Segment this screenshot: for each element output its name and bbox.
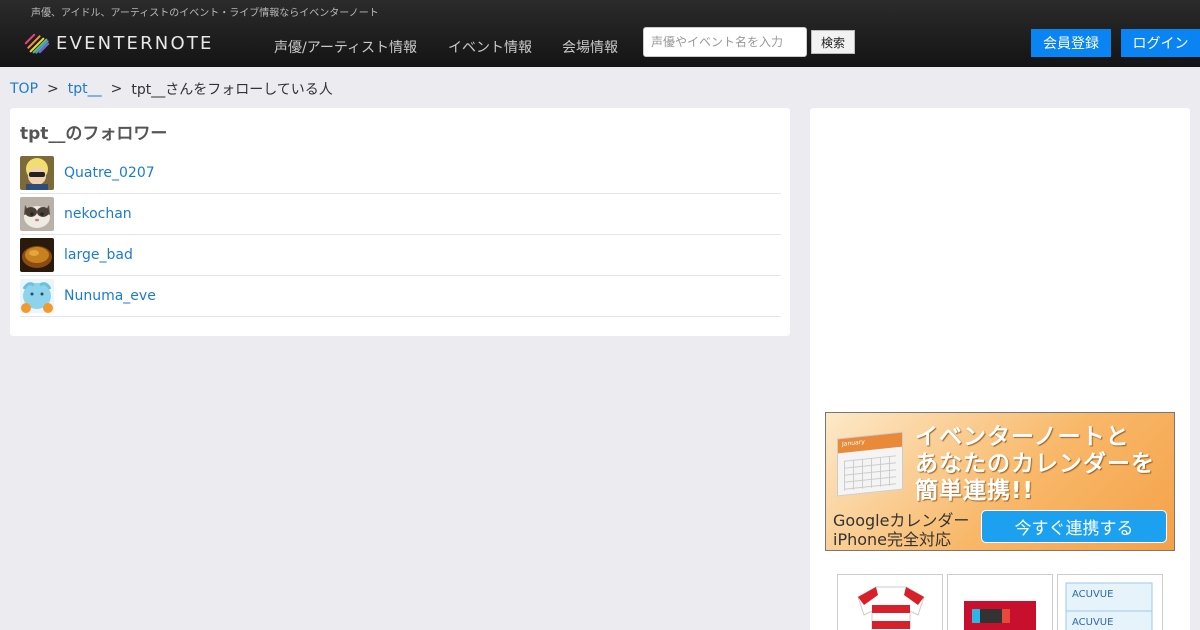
site-header: 声優、アイドル、アーティストのイベント・ライブ情報ならイベンターノート EVEN… <box>0 0 1200 67</box>
cat-avatar-icon[interactable] <box>20 197 54 231</box>
breadcrumb-top[interactable]: TOP <box>10 81 38 97</box>
followers-panel: tpt__のフォロワー Quatre_0207 nekochan large_b… <box>10 108 790 336</box>
breadcrumb-current: tpt__さんをフォローしている人 <box>131 82 333 98</box>
character-avatar-icon[interactable] <box>20 279 54 313</box>
banner-sub-2: iPhone完全対応 <box>833 530 952 549</box>
breadcrumb-user[interactable]: tpt__ <box>68 81 102 97</box>
follower-name[interactable]: Nunuma_eve <box>64 288 156 304</box>
breadcrumb-separator: > <box>47 81 59 97</box>
food-avatar-icon[interactable] <box>20 238 54 272</box>
follower-name[interactable]: nekochan <box>64 206 132 222</box>
calendar-icon: January <box>837 431 903 497</box>
list-item: Quatre_0207 <box>20 153 781 194</box>
register-button[interactable]: 会員登録 <box>1031 29 1111 57</box>
search-input[interactable] <box>643 27 807 57</box>
jersey-product-image[interactable] <box>837 574 943 630</box>
follower-name[interactable]: large_bad <box>64 247 133 263</box>
login-button[interactable]: ログイン <box>1121 29 1200 57</box>
breadcrumb-separator: > <box>110 81 123 97</box>
banner-headline-3: 簡単連携!! <box>915 478 1034 504</box>
game-console-product-image[interactable] <box>947 574 1053 630</box>
list-item: large_bad <box>20 235 781 276</box>
calendar-sync-banner[interactable]: January イベンターノートと あなたのカレンダーを 簡単連携!! Goog… <box>825 412 1175 551</box>
list-item: nekochan <box>20 194 781 235</box>
breadcrumb: TOP > tpt__ > tpt__さんをフォローしている人 <box>10 79 333 99</box>
svg-text:ACUVUE: ACUVUE <box>1072 617 1113 628</box>
contact-lens-product-image[interactable]: ACUVUE ACUVUE <box>1057 574 1163 630</box>
svg-text:ACUVUE: ACUVUE <box>1072 589 1113 600</box>
product-ads: ACUVUE ACUVUE <box>837 574 1163 630</box>
user-avatar-icon[interactable] <box>20 156 54 190</box>
site-logo[interactable]: EVENTERNOTE <box>24 31 214 55</box>
logo-mark-icon <box>24 31 50 55</box>
sidebar: January イベンターノートと あなたのカレンダーを 簡単連携!! Goog… <box>810 108 1190 630</box>
page-title: tpt__のフォロワー <box>20 124 168 144</box>
calendar-sync-button[interactable]: 今すぐ連携する <box>981 510 1167 543</box>
follower-name[interactable]: Quatre_0207 <box>64 165 155 181</box>
site-tagline: 声優、アイドル、アーティストのイベント・ライブ情報ならイベンターノート <box>31 8 379 19</box>
logo-text: EVENTERNOTE <box>56 32 214 54</box>
list-item: Nunuma_eve <box>20 276 781 317</box>
nav-artist-info[interactable]: 声優/アーティスト情報 <box>274 37 417 57</box>
followers-list: Quatre_0207 nekochan large_bad Nunuma_ev… <box>20 153 781 317</box>
search-button[interactable]: 検索 <box>811 30 855 54</box>
nav-venue-info[interactable]: 会場情報 <box>562 37 618 57</box>
nav-event-info[interactable]: イベント情報 <box>448 37 532 57</box>
